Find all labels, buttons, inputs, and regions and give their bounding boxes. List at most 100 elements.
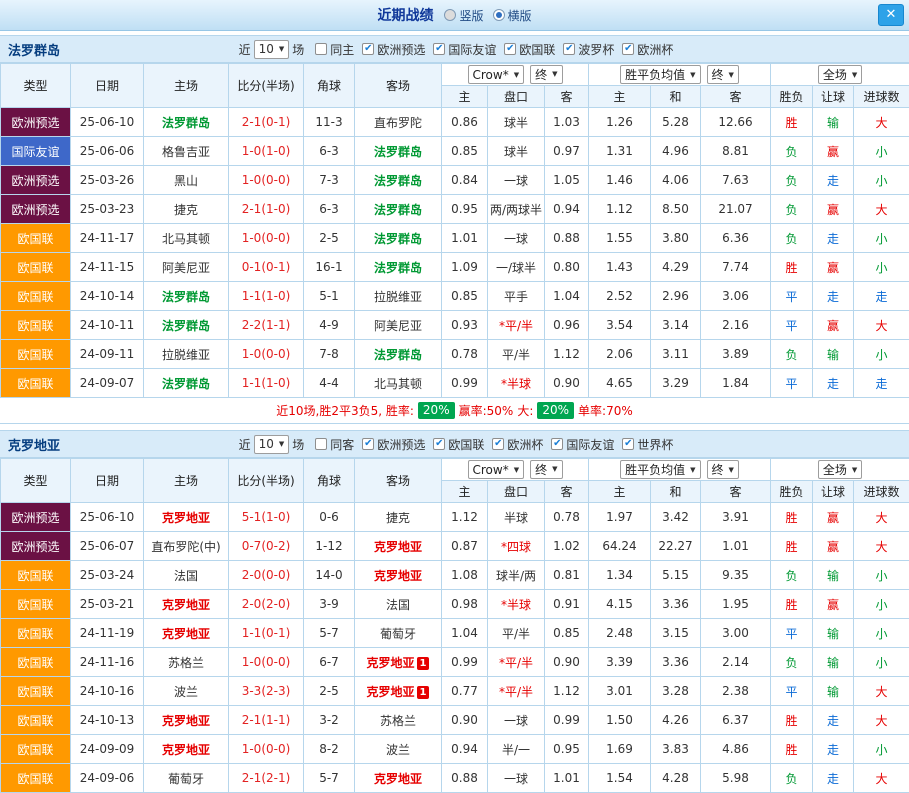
column-header: 主场 (144, 459, 229, 503)
radio-label: 竖版 (459, 7, 483, 24)
radio-option-vertical[interactable]: 竖版 (444, 7, 483, 24)
competition-badge: 欧国联 (1, 648, 71, 677)
europe-away-odds: 2.16 (701, 311, 771, 340)
handicap-time-select[interactable]: 终▼ (530, 460, 562, 479)
result-goalline: 大 (854, 764, 909, 793)
table-row: 国际友谊25-06-06格鲁吉亚1-0(1-0)6-3法罗群岛0.85球半0.9… (1, 137, 909, 166)
away-team: 阿美尼亚 (355, 311, 442, 340)
result-outcome: 负 (771, 340, 813, 369)
handicap-time-select[interactable]: 终▼ (530, 65, 562, 84)
filter-checkbox[interactable]: 同主 (315, 41, 354, 58)
match-count-select[interactable]: 10▼ (254, 435, 290, 454)
europe-home-odds: 1.46 (589, 166, 651, 195)
match-count-select[interactable]: 10▼ (254, 40, 290, 59)
europe-away-odds: 1.95 (701, 590, 771, 619)
handicap-time-select-value: 终 (535, 461, 547, 478)
home-team-name: 克罗地亚 (162, 598, 210, 612)
filter-checkbox[interactable]: ✔欧洲杯 (622, 41, 673, 58)
match-score: 1-0(0-0) (229, 224, 304, 253)
result-goalline: 大 (854, 532, 909, 561)
match-score: 1-0(0-0) (229, 166, 304, 195)
home-team: 北马其顿 (144, 224, 229, 253)
away-team: 法罗群岛 (355, 166, 442, 195)
filter-checkbox[interactable]: ✔国际友谊 (551, 436, 614, 453)
handicap-line: 一球 (488, 706, 545, 735)
europe-home-odds: 4.15 (589, 590, 651, 619)
checkbox-icon: ✔ (433, 43, 445, 55)
handicap-away-odds: 1.04 (545, 282, 589, 311)
table-row: 欧国联24-09-06葡萄牙2-1(2-1)5-7克罗地亚0.88一球1.011… (1, 764, 909, 793)
handicap-odds-group: Crow*▼ 终▼ (442, 64, 589, 86)
filter-checkbox[interactable]: ✔欧洲预选 (362, 436, 425, 453)
handicap-home-odds: 0.77 (442, 677, 488, 706)
europe-time-select[interactable]: 终▼ (707, 460, 739, 479)
fullmatch-select[interactable]: 全场▼ (818, 460, 862, 479)
handicap-away-odds: 0.94 (545, 195, 589, 224)
result-handicap: 输 (813, 648, 854, 677)
fullmatch-select[interactable]: 全场▼ (818, 65, 862, 84)
handicap-line: 一/球半 (488, 253, 545, 282)
away-team-name: 克罗地亚 (374, 772, 422, 786)
filter-checkbox[interactable]: ✔国际友谊 (433, 41, 496, 58)
europe-avg-select[interactable]: 胜平负均值▼ (620, 460, 700, 479)
competition-badge: 欧国联 (1, 369, 71, 398)
checkbox-icon (315, 43, 327, 55)
europe-draw-odds: 3.80 (651, 224, 701, 253)
europe-away-odds: 2.14 (701, 648, 771, 677)
checkbox-label: 欧洲预选 (377, 41, 425, 58)
europe-home-odds: 1.54 (589, 764, 651, 793)
summary-text: 近10场,胜2平3负5, 胜率: (276, 402, 414, 419)
handicap-line: 两/两球半 (488, 195, 545, 224)
radio-option-horizontal[interactable]: 横版 (493, 7, 532, 24)
bookmaker-select[interactable]: Crow*▼ (468, 460, 525, 479)
competition-badge: 欧国联 (1, 677, 71, 706)
result-outcome: 负 (771, 648, 813, 677)
column-header: 角球 (304, 64, 355, 108)
filter-checkbox[interactable]: ✔欧洲杯 (492, 436, 543, 453)
corner-score: 14-0 (304, 561, 355, 590)
europe-time-select[interactable]: 终▼ (707, 65, 739, 84)
home-team-name: 法罗群岛 (162, 377, 210, 391)
checkbox-icon: ✔ (362, 43, 374, 55)
result-outcome: 平 (771, 282, 813, 311)
match-count-select-value: 10 (259, 437, 274, 451)
match-date: 24-09-06 (71, 764, 144, 793)
result-outcome: 负 (771, 561, 813, 590)
handicap-line: 一球 (488, 166, 545, 195)
result-outcome: 平 (771, 311, 813, 340)
europe-avg-select[interactable]: 胜平负均值▼ (620, 65, 700, 84)
filter-games-label: 场 (292, 41, 304, 58)
checkbox-label: 国际友谊 (566, 436, 614, 453)
corner-score: 4-9 (304, 311, 355, 340)
chevron-down-icon: ▼ (514, 466, 519, 474)
handicap-away-odds: 0.80 (545, 253, 589, 282)
chevron-down-icon: ▼ (514, 71, 519, 79)
filter-checkbox[interactable]: ✔欧洲预选 (362, 41, 425, 58)
away-team: 拉脱维亚 (355, 282, 442, 311)
filter-checkbox[interactable]: 同客 (315, 436, 354, 453)
competition-badge: 欧国联 (1, 706, 71, 735)
corner-score: 6-3 (304, 137, 355, 166)
close-button[interactable]: ✕ (878, 4, 904, 26)
filter-checkbox[interactable]: ✔欧国联 (433, 436, 484, 453)
europe-time-select-value: 终 (712, 461, 724, 478)
table-row: 欧国联24-11-19克罗地亚1-1(0-1)5-7葡萄牙1.04平/半0.85… (1, 619, 909, 648)
corner-score: 1-12 (304, 532, 355, 561)
table-row: 欧国联24-10-13克罗地亚2-1(1-1)3-2苏格兰0.90一球0.991… (1, 706, 909, 735)
match-date: 24-11-17 (71, 224, 144, 253)
result-goalline: 大 (854, 503, 909, 532)
match-score: 2-1(2-1) (229, 764, 304, 793)
bookmaker-select[interactable]: Crow*▼ (468, 65, 525, 84)
match-date: 25-03-21 (71, 590, 144, 619)
filter-checkbox[interactable]: ✔欧国联 (504, 41, 555, 58)
chevron-down-icon: ▼ (552, 465, 557, 473)
home-team-name: 苏格兰 (168, 656, 204, 670)
table-row: 欧国联24-09-09克罗地亚1-0(0-0)8-2波兰0.94半/一0.951… (1, 735, 909, 764)
filter-checkbox[interactable]: ✔波罗杯 (563, 41, 614, 58)
competition-badge: 欧国联 (1, 282, 71, 311)
handicap-away-odds: 0.99 (545, 706, 589, 735)
filter-checkbox[interactable]: ✔世界杯 (622, 436, 673, 453)
table-row: 欧国联24-09-07法罗群岛1-1(1-0)4-4北马其顿0.99*半球0.9… (1, 369, 909, 398)
away-team: 葡萄牙 (355, 619, 442, 648)
result-handicap: 输 (813, 561, 854, 590)
